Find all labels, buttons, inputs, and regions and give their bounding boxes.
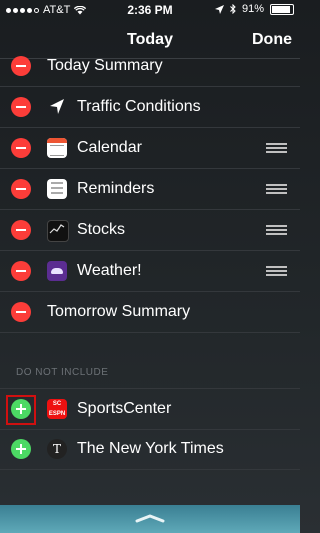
- widget-label: Weather!: [77, 262, 142, 279]
- sportscenter-icon: SC ESPN: [47, 399, 67, 419]
- chevron-up-icon[interactable]: [135, 513, 165, 523]
- status-right: 91%: [214, 3, 294, 15]
- widget-row-sportscenter: SC ESPN SportsCenter: [0, 388, 300, 430]
- remove-icon[interactable]: [11, 302, 31, 322]
- reorder-handle-icon[interactable]: [266, 184, 287, 194]
- widget-row-calendar: Calendar: [0, 128, 300, 169]
- remove-icon[interactable]: [11, 56, 31, 76]
- widget-label: The New York Times: [77, 440, 224, 457]
- highlight-box: [6, 395, 36, 425]
- widget-label: Reminders: [77, 180, 155, 197]
- remove-icon[interactable]: [11, 179, 31, 199]
- bluetooth-icon: [230, 4, 236, 14]
- widget-label: Today Summary: [47, 57, 163, 74]
- remove-icon[interactable]: [11, 220, 31, 240]
- reorder-handle-icon[interactable]: [266, 225, 287, 235]
- section-header-do-not-include: DO NOT INCLUDE: [16, 367, 109, 378]
- status-bar: AT&T 2:36 PM 91%: [0, 0, 300, 20]
- widget-label: SportsCenter: [77, 400, 172, 417]
- calendar-icon: [47, 138, 67, 158]
- location-arrow-icon: [47, 97, 67, 117]
- weather-icon: [47, 261, 67, 281]
- widget-row-reminders: Reminders: [0, 169, 300, 210]
- widget-label: Traffic Conditions: [77, 98, 201, 115]
- remove-icon[interactable]: [11, 138, 31, 158]
- reminders-icon: [47, 179, 67, 199]
- widget-label: Calendar: [77, 139, 142, 156]
- widget-row-weather: Weather!: [0, 251, 300, 292]
- widget-row-stocks: Stocks: [0, 210, 300, 251]
- location-arrow-icon: [214, 4, 224, 14]
- widget-row-today-summary: Today Summary: [0, 46, 300, 87]
- remove-icon[interactable]: [11, 261, 31, 281]
- stocks-icon: [47, 220, 69, 242]
- widget-row-tomorrow-summary: Tomorrow Summary: [0, 292, 300, 333]
- widget-row-traffic-conditions: Traffic Conditions: [0, 87, 300, 128]
- reorder-handle-icon[interactable]: [266, 266, 287, 276]
- widget-label: Stocks: [77, 221, 126, 238]
- widget-label: Tomorrow Summary: [47, 303, 191, 320]
- reorder-handle-icon[interactable]: [266, 143, 287, 153]
- new-york-times-icon: T: [47, 439, 67, 459]
- battery-percent: 91%: [241, 3, 264, 15]
- battery-icon: [270, 3, 294, 15]
- add-icon[interactable]: [11, 439, 31, 459]
- bottom-bar: [0, 505, 300, 533]
- remove-icon[interactable]: [11, 97, 31, 117]
- widget-row-new-york-times: T The New York Times: [0, 429, 300, 470]
